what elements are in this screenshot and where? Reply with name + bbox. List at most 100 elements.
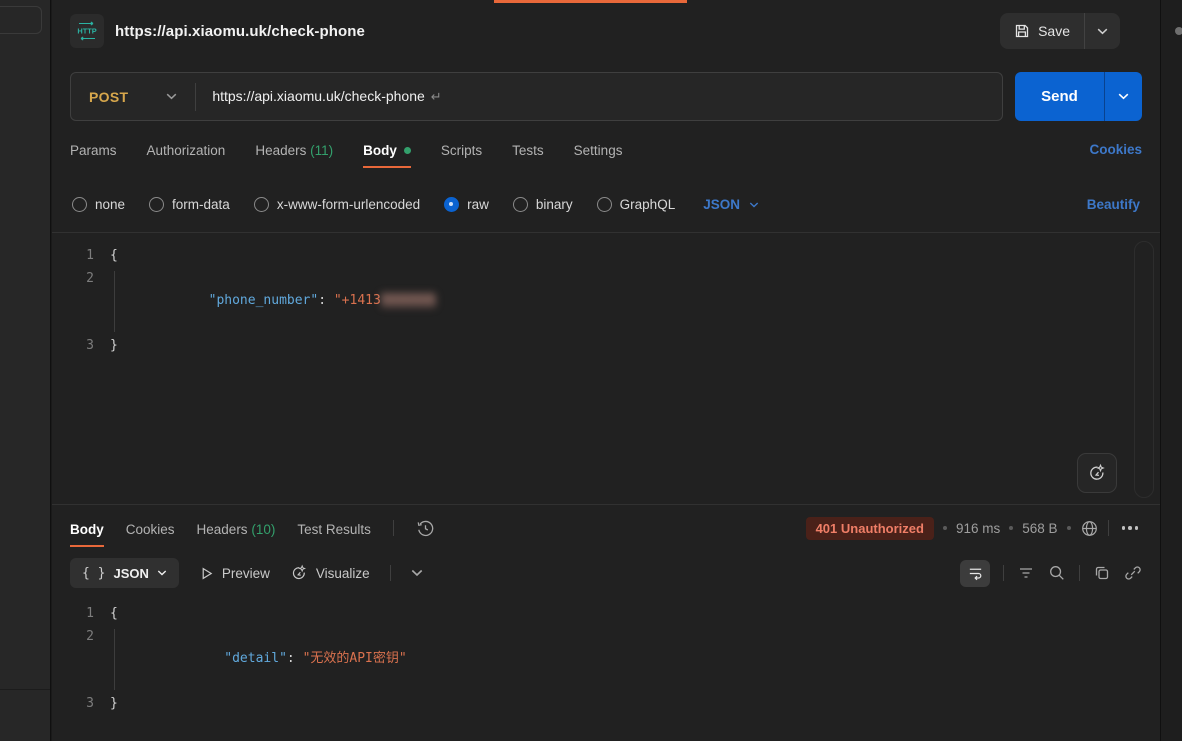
request-body-editor[interactable]: 1 { 2 "phone_number": "+14135555555 3 }: [52, 232, 1160, 504]
json-value: "无效的API密钥": [303, 651, 407, 666]
bodytype-raw[interactable]: raw: [444, 197, 489, 212]
code-line-2: 2 "phone_number": "+14135555555: [52, 268, 1160, 336]
response-tab-cookies[interactable]: Cookies: [126, 508, 175, 549]
network-info-button[interactable]: [1080, 519, 1099, 538]
url-box: POST https://api.xiaomu.uk/check-phone↵: [70, 72, 1003, 121]
close-brace: }: [110, 338, 118, 353]
filter-button[interactable]: [1017, 564, 1035, 582]
bodytype-binary[interactable]: binary: [513, 197, 573, 212]
response-section: Body Cookies Headers (10) Test Results 4…: [52, 504, 1160, 741]
tab-params[interactable]: Params: [70, 125, 117, 174]
code-line-3: 3 }: [52, 693, 1160, 716]
collapsed-panel-stub: [1175, 27, 1182, 35]
globe-icon: [1080, 519, 1099, 538]
link-button[interactable]: [1124, 564, 1142, 582]
http-method-icon: HTTP: [70, 14, 104, 48]
radio-icon[interactable]: [149, 197, 164, 212]
tab-settings[interactable]: Settings: [574, 125, 623, 174]
bodytype-form-data[interactable]: form-data: [149, 197, 230, 212]
active-request-tab-indicator: [494, 0, 687, 3]
tab-body[interactable]: Body: [363, 125, 411, 174]
request-url-row: POST https://api.xiaomu.uk/check-phone↵ …: [70, 72, 1142, 121]
divider: [1079, 565, 1080, 581]
method-selector[interactable]: POST: [71, 89, 195, 105]
tab-authorization[interactable]: Authorization: [147, 125, 226, 174]
response-tab-test-results[interactable]: Test Results: [297, 508, 371, 549]
beautify-link[interactable]: Beautify: [1087, 197, 1140, 212]
send-options-button[interactable]: [1104, 72, 1142, 121]
code-line-3: 3 }: [52, 335, 1160, 358]
copy-icon: [1093, 564, 1111, 582]
response-size[interactable]: 568 B: [1022, 521, 1057, 536]
filter-icon: [1017, 564, 1035, 582]
preview-button[interactable]: Preview: [199, 566, 270, 581]
response-format-selector[interactable]: { } JSON: [70, 558, 179, 588]
indent-guide: [114, 629, 115, 691]
response-toolbar: { } JSON Preview Visualize: [52, 551, 1160, 595]
sparkle-circle-icon: [1087, 463, 1107, 483]
line-number: 1: [52, 603, 110, 626]
response-time[interactable]: 916 ms: [956, 521, 1000, 536]
chevron-down-icon: [166, 93, 177, 100]
tab-tests[interactable]: Tests: [512, 125, 544, 174]
save-icon: [1014, 23, 1030, 39]
chevron-down-icon: [157, 570, 167, 576]
search-button[interactable]: [1048, 564, 1066, 582]
chevron-down-icon: [1118, 93, 1129, 100]
radio-icon[interactable]: [513, 197, 528, 212]
radio-icon[interactable]: [72, 197, 87, 212]
raw-format-selector[interactable]: JSON: [703, 197, 759, 212]
radio-icon[interactable]: [597, 197, 612, 212]
close-brace: }: [110, 696, 118, 711]
indent-guide: [114, 271, 115, 333]
radio-icon[interactable]: [254, 197, 269, 212]
cookies-link[interactable]: Cookies: [1089, 142, 1142, 157]
bodytype-urlencoded[interactable]: x-www-form-urlencoded: [254, 197, 420, 212]
response-tab-headers[interactable]: Headers (10): [197, 508, 276, 549]
open-brace: {: [110, 248, 118, 263]
chevron-down-icon[interactable]: [411, 569, 423, 577]
send-button[interactable]: Send: [1015, 72, 1142, 121]
visualize-button[interactable]: Visualize: [290, 564, 370, 582]
response-history-button[interactable]: [416, 519, 435, 538]
sidebar-partial-card: [0, 6, 42, 34]
body-modified-dot: [404, 147, 411, 154]
save-options-button[interactable]: [1084, 13, 1120, 49]
copy-button[interactable]: [1093, 564, 1111, 582]
postbot-button[interactable]: [1077, 453, 1117, 493]
save-button-main[interactable]: Save: [1000, 13, 1084, 49]
wrap-text-icon: [967, 565, 984, 582]
active-tab-underline: [70, 545, 104, 547]
more-options-icon[interactable]: [1118, 522, 1143, 534]
line-number: 2: [52, 626, 110, 694]
divider: [1003, 565, 1004, 581]
line-number: 3: [52, 693, 110, 716]
divider: [393, 520, 394, 536]
right-edge-strip: [1160, 0, 1182, 741]
format-label: JSON: [703, 197, 740, 212]
status-badge[interactable]: 401 Unauthorized: [806, 517, 934, 540]
tab-scripts[interactable]: Scripts: [441, 125, 482, 174]
separator-dot: [943, 526, 947, 530]
search-icon: [1048, 564, 1066, 582]
save-button-label: Save: [1038, 23, 1070, 39]
bodytype-graphql[interactable]: GraphQL: [597, 197, 676, 212]
chevron-down-icon: [1097, 28, 1108, 35]
separator-dot: [1067, 526, 1071, 530]
save-button[interactable]: Save: [1000, 13, 1120, 49]
url-input[interactable]: https://api.xiaomu.uk/check-phone↵: [196, 88, 457, 105]
response-tab-body[interactable]: Body: [70, 508, 104, 549]
svg-text:HTTP: HTTP: [77, 27, 96, 36]
send-button-label[interactable]: Send: [1015, 72, 1104, 121]
wrap-text-button[interactable]: [960, 560, 990, 587]
response-body-editor[interactable]: 1 { 2 "detail": "无效的API密钥" 3 }: [52, 595, 1160, 741]
sidebar-bottom-divider: [0, 689, 50, 690]
code-line-2: 2 "detail": "无效的API密钥": [52, 626, 1160, 694]
bodytype-none[interactable]: none: [72, 197, 125, 212]
response-tabs: Body Cookies Headers (10) Test Results 4…: [52, 505, 1160, 551]
radio-selected-icon[interactable]: [444, 197, 459, 212]
chevron-down-icon: [749, 202, 759, 208]
editor-scrollbar[interactable]: [1134, 241, 1154, 498]
separator-dot: [1009, 526, 1013, 530]
tab-headers[interactable]: Headers (11): [255, 125, 333, 174]
